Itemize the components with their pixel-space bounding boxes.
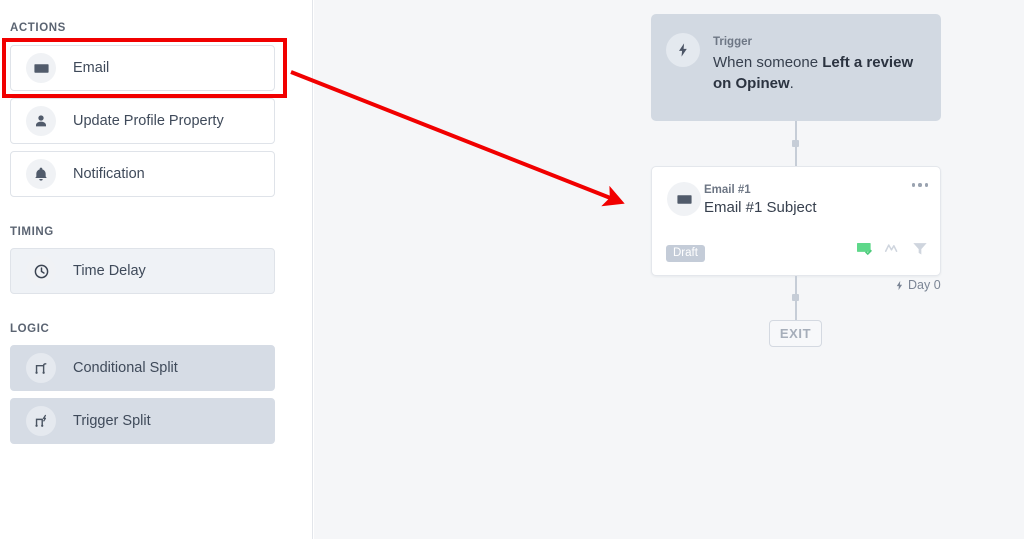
actions-sidebar: ACTIONS Email Update Profile Property No… xyxy=(0,0,313,539)
email-sent-check-icon[interactable] xyxy=(856,241,873,256)
sidebar-item-trigger-split[interactable]: Trigger Split xyxy=(10,398,275,444)
trigger-card-body: When someone Left a review on Opinew. xyxy=(713,52,931,94)
sidebar-item-label: Conditional Split xyxy=(73,360,178,376)
exit-button[interactable]: EXIT xyxy=(769,320,822,347)
clock-icon xyxy=(26,256,56,286)
sidebar-item-label: Email xyxy=(73,60,110,76)
ellipsis-icon[interactable] xyxy=(911,183,928,187)
trigger-card[interactable]: Trigger When someone Left a review on Op… xyxy=(651,14,941,121)
sidebar-item-label: Update Profile Property xyxy=(73,113,224,129)
section-header-logic: LOGIC xyxy=(10,323,50,335)
email-card-kicker: Email #1 xyxy=(704,184,751,196)
section-header-actions: ACTIONS xyxy=(10,22,66,34)
envelope-icon xyxy=(667,182,701,216)
split-icon xyxy=(26,353,56,383)
app-root: ACTIONS Email Update Profile Property No… xyxy=(0,0,1024,539)
person-icon xyxy=(26,106,56,136)
envelope-icon xyxy=(26,53,56,83)
email-card[interactable]: Email #1 Email #1 Subject Draft xyxy=(651,166,941,276)
sidebar-item-label: Trigger Split xyxy=(73,413,151,429)
day-label: Day 0 xyxy=(894,278,941,292)
sidebar-item-update-profile-property[interactable]: Update Profile Property xyxy=(10,98,275,144)
connector-node[interactable] xyxy=(792,140,799,147)
trigger-split-icon xyxy=(26,406,56,436)
sidebar-item-time-delay[interactable]: Time Delay xyxy=(10,248,275,294)
trigger-card-kicker: Trigger xyxy=(713,36,752,48)
status-badge: Draft xyxy=(666,245,705,262)
connector-node[interactable] xyxy=(792,294,799,301)
lightning-bolt-icon xyxy=(666,33,700,67)
sidebar-item-label: Time Delay xyxy=(73,263,146,279)
day-label-text: Day 0 xyxy=(908,278,941,292)
trigger-body-prefix: When someone xyxy=(713,54,823,71)
sidebar-item-email[interactable]: Email xyxy=(10,45,275,91)
trigger-body-suffix: . xyxy=(789,75,794,92)
email-card-subject: Email #1 Subject xyxy=(704,199,817,216)
sidebar-item-label: Notification xyxy=(73,166,145,182)
split-path-icon[interactable] xyxy=(884,241,901,256)
lightning-bolt-icon xyxy=(894,280,905,291)
sidebar-item-notification[interactable]: Notification xyxy=(10,151,275,197)
sidebar-item-conditional-split[interactable]: Conditional Split xyxy=(10,345,275,391)
email-card-status-icons xyxy=(856,241,928,256)
section-header-timing: TIMING xyxy=(10,226,54,238)
filter-funnel-icon[interactable] xyxy=(912,241,928,256)
bell-icon xyxy=(26,159,56,189)
